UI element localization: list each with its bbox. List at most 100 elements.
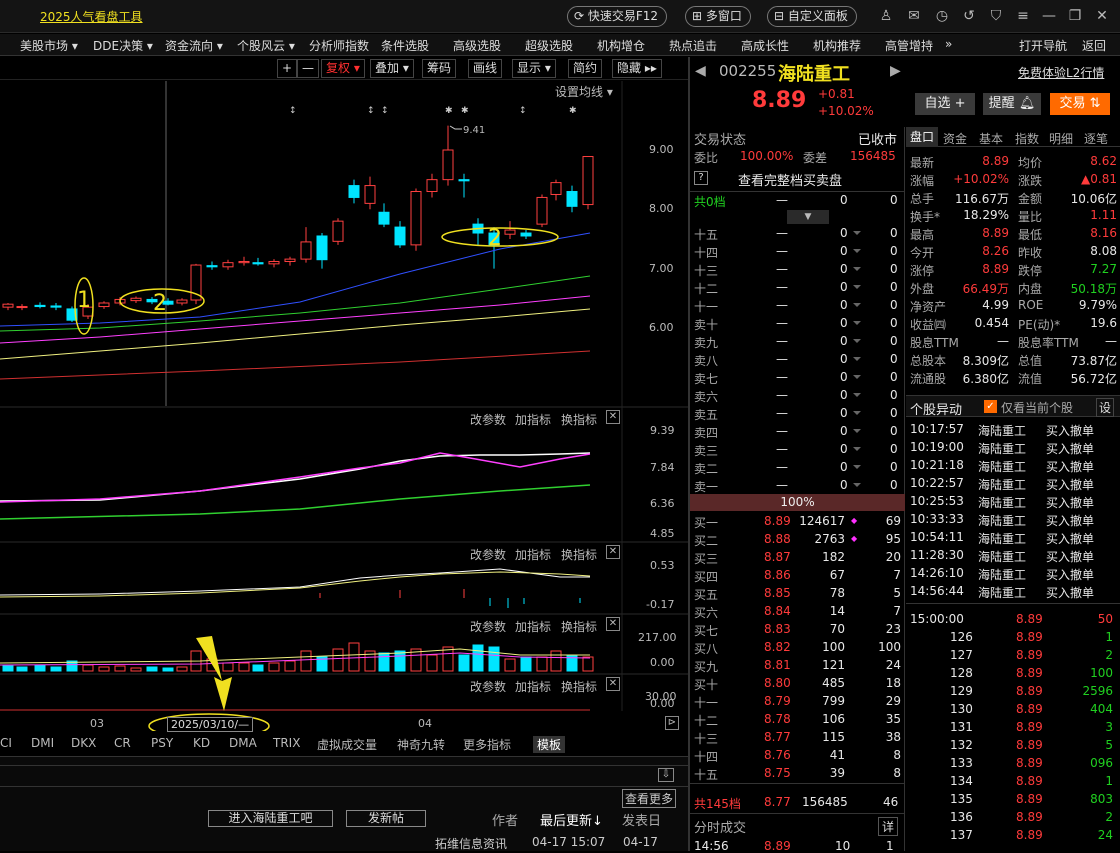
tab-more-indicators[interactable]: 更多指标 (463, 736, 511, 753)
buy-row[interactable]: 买八 8.82 100 100 (690, 638, 905, 656)
alert-row[interactable]: 10:33:33 海陆重工 买入撤单 (906, 511, 1120, 529)
buy-row[interactable]: 十三 8.77 115 38 (690, 728, 905, 746)
hide-button[interactable]: 隐藏 ▸▸ (612, 59, 662, 78)
buy-row[interactable]: 买四 8.86 67 7 (690, 566, 905, 584)
reply-column[interactable]: 发表日 (622, 810, 661, 829)
buy-row[interactable]: 十四 8.76 41 8 (690, 746, 905, 764)
menu-us-market[interactable]: 美股市场 ▾ (20, 37, 78, 54)
tab-index[interactable]: 指数 (1015, 130, 1039, 147)
mail-icon[interactable]: ✉ (905, 8, 923, 25)
sell-row[interactable]: 卖十 — 0 0 (690, 314, 905, 332)
ind3-swap[interactable]: 换指标 (561, 618, 597, 635)
sell-row[interactable]: 卖九 — 0 0 (690, 332, 905, 350)
only-current-checkbox[interactable]: ✓ (984, 400, 997, 413)
tab-basic[interactable]: 基本 (979, 130, 1003, 147)
alert-row[interactable]: 14:56:44 海陆重工 买入撤单 (906, 583, 1120, 601)
sell-row[interactable]: 卖二 — 0 0 (690, 458, 905, 476)
trade-button[interactable]: 交易 ⇅ (1050, 93, 1110, 115)
menu-inst-recommend[interactable]: 机构推荐 (813, 37, 861, 54)
tab-psy[interactable]: PSY (151, 736, 173, 750)
tab-cr[interactable]: CR (114, 736, 131, 750)
tab-kd[interactable]: KD (193, 736, 210, 750)
menu-hot[interactable]: 热点追击 (669, 37, 717, 54)
ind1-add[interactable]: 加指标 (515, 411, 551, 428)
menu-advanced-pick[interactable]: 高级选股 (453, 37, 501, 54)
tab-detail[interactable]: 明细 (1049, 130, 1073, 147)
menu-exec-buy[interactable]: 高管增持 (885, 37, 933, 54)
overlay-button[interactable]: 叠加 ▾ (370, 59, 414, 78)
buy-row[interactable]: 买七 8.83 70 23 (690, 620, 905, 638)
menu-growth[interactable]: 高成长性 (741, 37, 789, 54)
menu-dde[interactable]: DDE决策 ▾ (93, 37, 153, 54)
sell-row[interactable]: 卖六 — 0 0 (690, 386, 905, 404)
restore-icon[interactable]: ❐ (1066, 8, 1084, 25)
sell-row[interactable]: 卖八 — 0 0 (690, 350, 905, 368)
minimize-icon[interactable]: — (1040, 8, 1058, 25)
menu-back[interactable]: 返回 (1082, 37, 1106, 54)
forum-button[interactable]: 进入海陆重工吧 (208, 810, 333, 827)
menu-icon[interactable]: ≡ (1014, 8, 1032, 25)
undo-icon[interactable]: ↺ (960, 8, 978, 25)
buy-row[interactable]: 买三 8.87 182 20 (690, 548, 905, 566)
last-update-column[interactable]: 最后更新↓ (540, 810, 603, 829)
full-book-link[interactable]: 查看完整档买卖盘 (738, 170, 842, 189)
multi-window-button[interactable]: ⊞ 多窗口 (685, 6, 751, 27)
ind2-swap[interactable]: 换指标 (561, 546, 597, 563)
menu-analyst-index[interactable]: 分析师指数 (309, 37, 369, 54)
ind2-add[interactable]: 加指标 (515, 546, 551, 563)
ind2-params[interactable]: 改参数 (470, 546, 506, 563)
user-icon[interactable]: ♙ (877, 8, 895, 25)
ind1-close-icon[interactable]: ✕ (606, 410, 620, 424)
ma-setting[interactable]: 设置均线 ▾ (555, 83, 613, 100)
sell-row[interactable]: 十四 — 0 0 (690, 242, 905, 260)
ind2-close-icon[interactable]: ✕ (606, 545, 620, 559)
fuquan-button[interactable]: 复权 ▾ (321, 59, 365, 78)
ind4-swap[interactable]: 换指标 (561, 678, 597, 695)
tab-trix[interactable]: TRIX (273, 736, 300, 750)
tab-magic-nine[interactable]: 神奇九转 (397, 736, 445, 753)
ind3-close-icon[interactable]: ✕ (606, 617, 620, 631)
ind4-add[interactable]: 加指标 (515, 678, 551, 695)
sell-row[interactable]: 十三 — 0 0 (690, 260, 905, 278)
alert-row[interactable]: 10:17:57 海陆重工 买入撤单 (906, 421, 1120, 439)
buy-row[interactable]: 买一 8.89 124617 ◆ 69 (690, 512, 905, 530)
buy-row[interactable]: 十一 8.79 799 29 (690, 692, 905, 710)
sell-row[interactable]: 卖七 — 0 0 (690, 368, 905, 386)
menu-inst-add[interactable]: 机构增仓 (597, 37, 645, 54)
sell-row[interactable]: 十五 — 0 0 (690, 224, 905, 242)
alert-row[interactable]: 11:28:30 海陆重工 买入撤单 (906, 547, 1120, 565)
expand-chevron-icon[interactable]: ▼ (787, 210, 829, 224)
tab-template[interactable]: 模板 (533, 736, 566, 753)
ind1-params[interactable]: 改参数 (470, 411, 506, 428)
app-title-link[interactable]: 2025人气看盘工具 (40, 8, 143, 25)
next-stock-icon[interactable]: ▶ (890, 63, 901, 79)
alert-row[interactable]: 10:19:00 海陆重工 买入撤单 (906, 439, 1120, 457)
buy-row[interactable]: 买六 8.84 14 7 (690, 602, 905, 620)
sell-row[interactable]: 十二 — 0 0 (690, 278, 905, 296)
alert-row[interactable]: 10:22:57 海陆重工 买入撤单 (906, 475, 1120, 493)
buy-row[interactable]: 买二 8.88 2763 ◆ 95 (690, 530, 905, 548)
alert-row[interactable]: 10:54:11 海陆重工 买入撤单 (906, 529, 1120, 547)
tab-pankou[interactable]: 盘口 (906, 127, 938, 147)
draw-line-button[interactable]: 画线 (468, 59, 503, 78)
sell-row[interactable]: 十一 — 0 0 (690, 296, 905, 314)
menu-super-pick[interactable]: 超级选股 (525, 37, 573, 54)
sell-row[interactable]: 卖三 — 0 0 (690, 440, 905, 458)
tab-virtual-volume[interactable]: 虚拟成交量 (317, 736, 377, 753)
buy-row[interactable]: 十五 8.75 39 8 (690, 764, 905, 782)
author-column[interactable]: 作者 (492, 810, 518, 829)
sell-row[interactable]: 卖四 — 0 0 (690, 422, 905, 440)
zoom-out-button[interactable]: — (297, 59, 319, 78)
l2-link[interactable]: 免费体验L2行情 (1018, 64, 1104, 81)
watchlist-button[interactable]: 自选 + (915, 93, 975, 115)
simple-button[interactable]: 简约 (568, 59, 603, 78)
view-more-button[interactable]: 查看更多 (622, 789, 677, 808)
download-icon[interactable]: ⇩ (658, 768, 674, 782)
buy-row[interactable]: 买十 8.80 485 18 (690, 674, 905, 692)
buy-row[interactable]: 十二 8.78 106 35 (690, 710, 905, 728)
menu-open-nav[interactable]: 打开导航 (1019, 37, 1067, 54)
buy-row[interactable]: 买五 8.85 78 5 (690, 584, 905, 602)
tab-ci[interactable]: CI (0, 736, 12, 750)
ind1-swap[interactable]: 换指标 (561, 411, 597, 428)
menu-stock-news[interactable]: 个股风云 ▾ (237, 37, 295, 54)
